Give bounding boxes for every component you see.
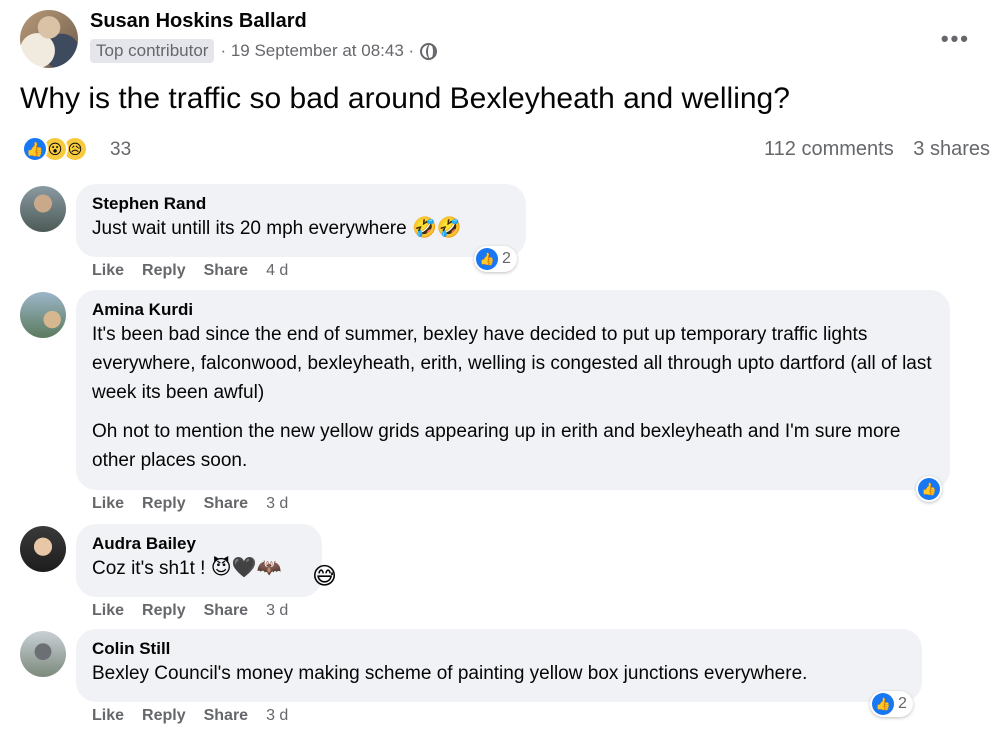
sweat-smile-reaction-icon[interactable]: 😅 [312, 562, 337, 591]
comment-reaction-count: 2 [898, 695, 907, 712]
post-meta: Top contributor · 19 September at 08:43 … [90, 39, 438, 63]
comment-actions: Like Reply Share 4 d [92, 262, 288, 280]
like-icon: 👍 [476, 248, 498, 270]
post-timestamp[interactable]: · 19 September at 08:43 · [220, 41, 414, 61]
comment-stephen-rand: Stephen Rand Just wait untill its 20 mph… [20, 184, 980, 284]
comment-text: Coz it's sh1t ! 😈🖤🦇 [92, 557, 282, 579]
comment-reaction-count: 2 [502, 250, 511, 267]
share-button[interactable]: Share [204, 495, 248, 513]
comment-time[interactable]: 3 d [266, 707, 288, 725]
like-button[interactable]: Like [92, 495, 124, 513]
top-contributor-badge[interactable]: Top contributor [90, 39, 215, 63]
post-text: Why is the traffic so bad around Bexleyh… [20, 82, 790, 115]
comment-text: It's been bad since the end of summer, b… [92, 324, 932, 403]
comment-actions: Like Reply Share 3 d [92, 602, 288, 620]
author-name[interactable]: Susan Hoskins Ballard [90, 10, 307, 33]
share-button[interactable]: Share [204, 707, 248, 725]
comment-time[interactable]: 4 d [266, 262, 288, 280]
comment-reactions[interactable]: 👍 2 [870, 691, 913, 717]
like-reaction-icon: 👍 [22, 136, 48, 162]
comment-actions: Like Reply Share 3 d [92, 707, 288, 725]
post-header: Susan Hoskins Ballard Top contributor · … [20, 8, 980, 68]
like-icon: 👍 [918, 478, 940, 500]
author-avatar[interactable] [20, 10, 78, 68]
comment-audra-bailey: Audra Bailey Coz it's sh1t ! 😈🖤🦇 😅 Like … [20, 524, 980, 624]
reaction-count[interactable]: 33 [110, 139, 131, 161]
like-button[interactable]: Like [92, 262, 124, 280]
commenter-avatar[interactable] [20, 186, 66, 232]
devil-heart-bat-emoji: 😈🖤🦇 [210, 557, 282, 579]
post-stats: 112 comments 3 shares [750, 138, 990, 161]
commenter-name[interactable]: Stephen Rand [92, 194, 510, 214]
comment-reactions[interactable]: 👍 2 [474, 246, 517, 272]
rofl-emoji: 🤣🤣 [411, 217, 462, 239]
comment-bubble: Colin Still Bexley Council's money makin… [76, 629, 922, 702]
comment-reactions[interactable]: 👍 [916, 476, 942, 502]
reply-button[interactable]: Reply [142, 262, 186, 280]
comment-bubble: Amina Kurdi It's been bad since the end … [76, 290, 950, 490]
comment-time[interactable]: 3 d [266, 602, 288, 620]
comment-time[interactable]: 3 d [266, 495, 288, 513]
commenter-avatar[interactable] [20, 292, 66, 338]
commenter-avatar[interactable] [20, 631, 66, 677]
commenter-name[interactable]: Audra Bailey [92, 534, 306, 554]
like-button[interactable]: Like [92, 707, 124, 725]
commenter-name[interactable]: Colin Still [92, 639, 906, 659]
comment-colin-still: Colin Still Bexley Council's money makin… [20, 629, 980, 729]
comment-amina-kurdi: Amina Kurdi It's been bad since the end … [20, 290, 980, 520]
reactions-row: 👍 😮 😥 33 112 comments 3 shares [20, 134, 990, 166]
like-button[interactable]: Like [92, 602, 124, 620]
comment-text: Bexley Council's money making scheme of … [92, 663, 808, 684]
like-icon: 👍 [872, 693, 894, 715]
reply-button[interactable]: Reply [142, 495, 186, 513]
commenter-name[interactable]: Amina Kurdi [92, 300, 934, 320]
comment-bubble: Audra Bailey Coz it's sh1t ! 😈🖤🦇 [76, 524, 322, 597]
globe-icon [420, 42, 438, 60]
commenter-avatar[interactable] [20, 526, 66, 572]
reaction-icons[interactable]: 👍 😮 😥 [22, 136, 88, 162]
comment-text: Just wait untill its 20 mph everywhere 🤣… [92, 217, 462, 239]
more-options-icon[interactable]: ••• [941, 26, 970, 52]
share-button[interactable]: Share [204, 262, 248, 280]
reply-button[interactable]: Reply [142, 707, 186, 725]
comment-bubble: Stephen Rand Just wait untill its 20 mph… [76, 184, 526, 257]
comment-actions: Like Reply Share 3 d [92, 495, 288, 513]
shares-count[interactable]: 3 shares [913, 138, 990, 160]
reply-button[interactable]: Reply [142, 602, 186, 620]
share-button[interactable]: Share [204, 602, 248, 620]
comments-count[interactable]: 112 comments [764, 138, 894, 160]
comment-text-paragraph-2: Oh not to mention the new yellow grids a… [92, 421, 901, 471]
